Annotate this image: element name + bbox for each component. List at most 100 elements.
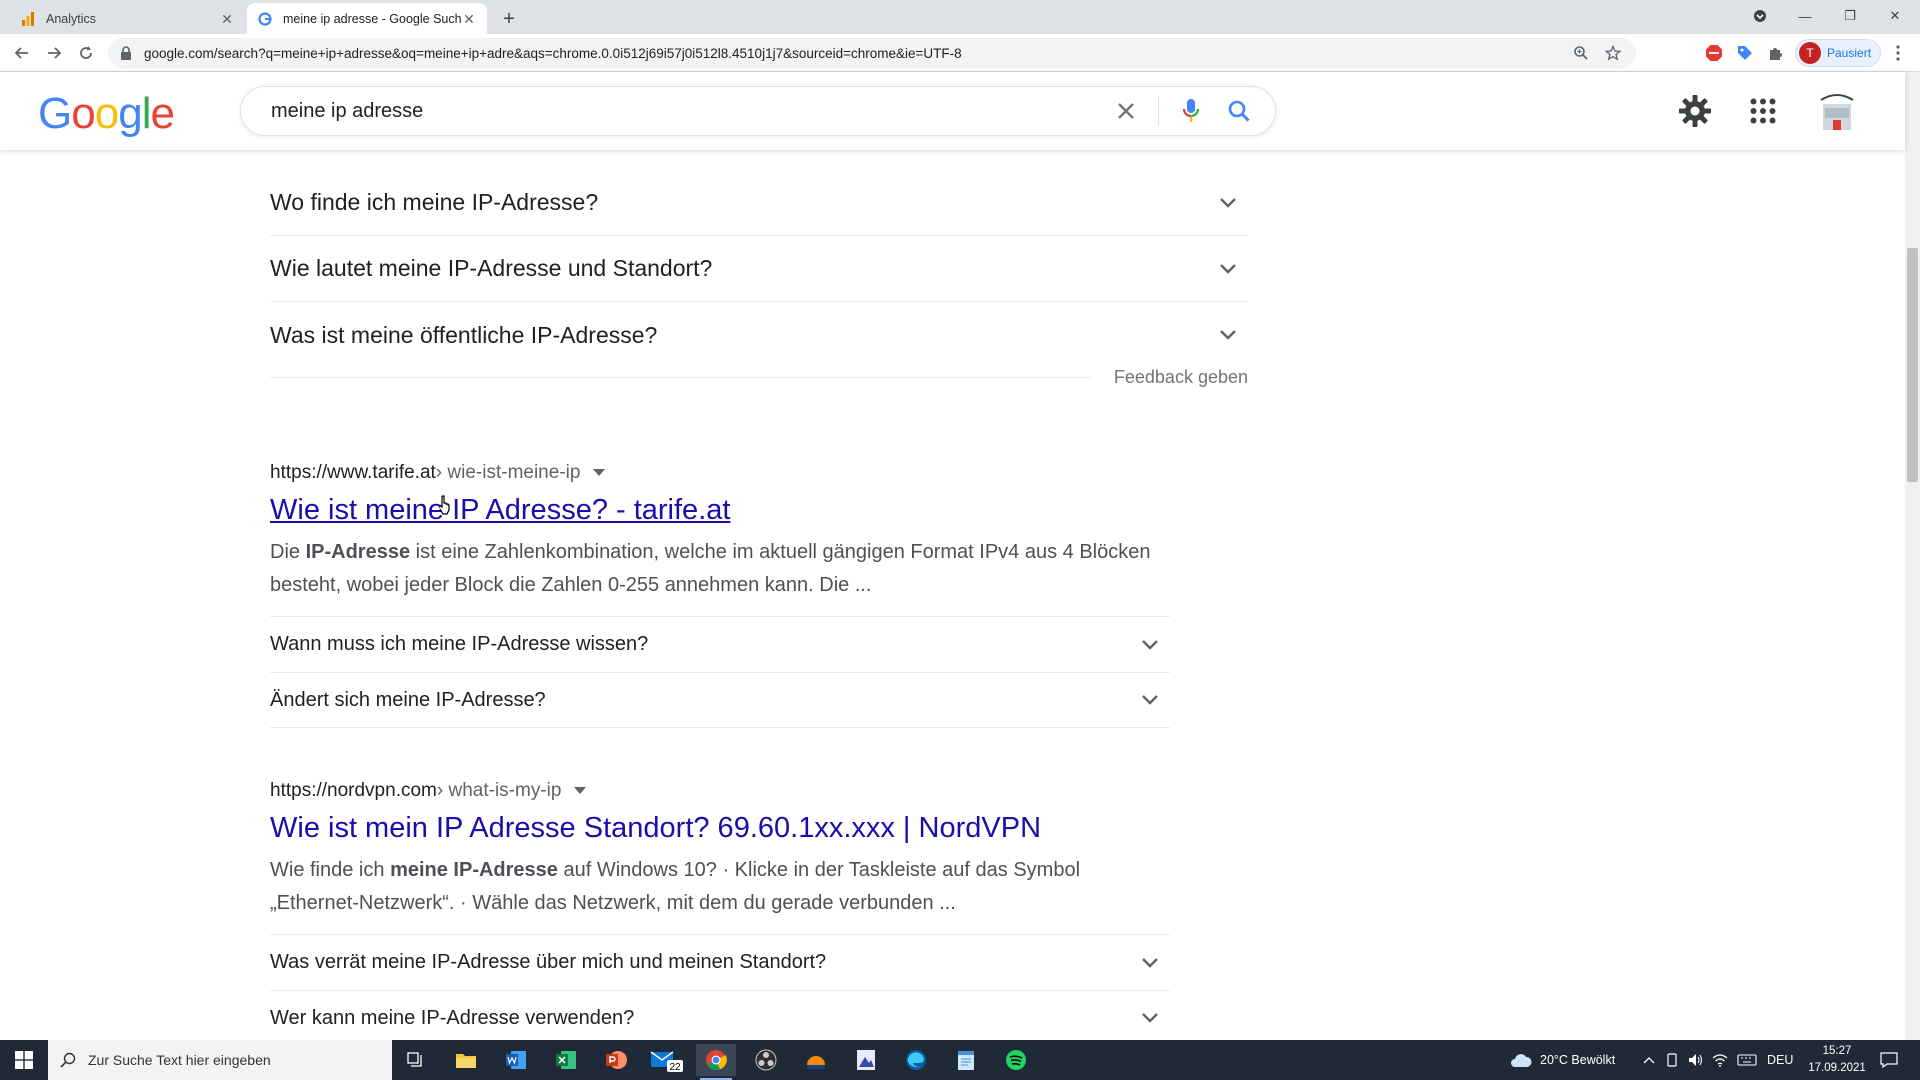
extensions-puzzle-icon[interactable] [1766,43,1786,63]
result-snippet: Wie finde ich meine IP-Adresse auf Windo… [270,854,1160,920]
paa-question-1[interactable]: Wo finde ich meine IP-Adresse? [270,170,1248,236]
notification-icon[interactable] [1880,1040,1898,1080]
browser-menu-icon[interactable] [1888,43,1908,63]
search-icon [60,1052,76,1068]
minimize-button[interactable]: — [1785,0,1825,32]
excel-icon[interactable] [546,1044,586,1076]
zoom-icon[interactable] [1570,42,1592,64]
account-avatar[interactable] [1812,88,1862,134]
system-clock[interactable]: 15:27 17.09.2021 [1802,1043,1872,1077]
tab-analytics[interactable]: Analytics ✕ [10,3,245,34]
file-explorer-icon[interactable] [446,1044,486,1076]
restore-button[interactable]: ❐ [1830,0,1870,32]
chevron-down-icon[interactable] [1138,1006,1162,1030]
device-icon[interactable] [1665,1040,1679,1080]
reload-button[interactable] [72,39,100,67]
adblock-extension-icon[interactable] [1704,43,1724,63]
chevron-down-icon[interactable] [1138,633,1162,657]
logo-letter: g [118,89,143,138]
caret-down-icon[interactable] [573,784,587,798]
mail-badge-count: 22 [669,1062,681,1072]
google-header: Google [0,72,1905,150]
tag-extension-icon[interactable] [1735,43,1755,63]
chevron-down-icon[interactable] [1216,323,1240,347]
clock-time: 15:27 [1822,1045,1852,1057]
taskbar-search-input[interactable]: Zur Suche Text hier eingeben [48,1040,392,1080]
spotify-icon[interactable] [996,1044,1036,1076]
windows-start-button[interactable] [0,1040,48,1080]
sub-question-text: Ändert sich meine IP-Adresse? [270,688,546,711]
sub-question-item[interactable]: Wann muss ich meine IP-Adresse wissen? [270,616,1170,672]
tab-google-search[interactable]: meine ip adresse - Google Suche ✕ [247,3,487,34]
sub-question-item[interactable]: Ändert sich meine IP-Adresse? [270,672,1170,728]
analytics-bars-icon [20,11,36,27]
sub-question-item[interactable]: Wer kann meine IP-Adresse verwenden? [270,990,1170,1040]
result-url[interactable]: https://www.tarife.at › wie-ist-meine-ip [270,462,1170,484]
paa-question-3[interactable]: Was ist meine öffentliche IP-Adresse? [270,302,1248,368]
apps-grid-icon[interactable] [1740,88,1786,134]
keyboard-icon[interactable] [1737,1040,1757,1080]
task-view-icon[interactable] [396,1044,436,1076]
language-indicator[interactable]: DEU [1767,1040,1793,1080]
chevron-down-icon[interactable] [1216,257,1240,281]
search-result-1: https://www.tarife.at › wie-ist-meine-ip… [270,462,1170,728]
result-title-link[interactable]: Wie ist meine IP Adresse? - tarife.at [270,492,1170,528]
search-icon[interactable] [1215,87,1263,135]
logo-letter: G [38,89,72,138]
page-scrollbar[interactable] [1905,72,1920,1040]
address-bar[interactable]: google.com/search?q=meine+ip+adresse&oq=… [108,38,1636,68]
tray-overflow-icon[interactable] [1643,1040,1655,1080]
profile-button[interactable]: T Pausiert [1795,39,1881,67]
notepad-icon[interactable] [946,1044,986,1076]
mail-icon[interactable]: 22 [646,1044,686,1076]
result-path: › what-is-my-ip [436,780,562,801]
tab-close-icon[interactable]: ✕ [461,11,477,27]
image-editor-icon[interactable] [846,1044,886,1076]
gear-icon[interactable] [1672,88,1718,134]
close-icon[interactable] [1102,87,1150,135]
chevron-down-icon[interactable] [1138,951,1162,975]
back-button[interactable] [8,39,36,67]
new-tab-button[interactable]: + [496,6,522,32]
tab-close-icon[interactable]: ✕ [219,11,235,27]
wifi-icon[interactable] [1712,1040,1728,1080]
feedback-link[interactable]: Feedback geben [1114,367,1248,388]
caret-down-icon[interactable] [592,466,606,480]
scrollbar-thumb[interactable] [1907,248,1918,482]
tab-search-icon[interactable] [1740,0,1780,32]
logo-letter: o [71,89,96,138]
weather-text: 20°C Bewölkt [1540,1053,1616,1067]
lock-icon[interactable] [120,46,134,60]
edge-icon[interactable] [896,1044,936,1076]
snippet-text: Wie finde ich [270,859,391,881]
result-title-link[interactable]: Wie ist mein IP Adresse Standort? 69.60.… [270,810,1170,846]
close-window-button[interactable]: ✕ [1875,0,1915,32]
snippet-text: Die [270,541,306,563]
browser-toolbar: google.com/search?q=meine+ip+adresse&oq=… [0,34,1920,72]
word-icon[interactable] [496,1044,536,1076]
search-input[interactable] [271,99,1102,123]
obs-icon[interactable] [746,1044,786,1076]
url-text[interactable]: google.com/search?q=meine+ip+adresse&oq=… [144,46,1560,61]
search-results: Wo finde ich meine IP-Adresse? Wie laute… [0,150,1905,1040]
bookmark-star-icon[interactable] [1602,42,1624,64]
paa-question-2[interactable]: Wie lautet meine IP-Adresse und Standort… [270,236,1248,302]
forward-button[interactable] [40,39,68,67]
powerpoint-icon[interactable] [596,1044,636,1076]
chrome-icon[interactable] [696,1044,736,1080]
result-url[interactable]: https://nordvpn.com › what-is-my-ip [270,780,1170,802]
chevron-down-icon[interactable] [1138,688,1162,712]
weather-widget[interactable]: 20°C Bewölkt [1510,1040,1615,1080]
sub-question-text: Wer kann meine IP-Adresse verwenden? [270,1006,635,1029]
microphone-icon[interactable] [1167,87,1215,135]
volume-icon[interactable] [1688,1040,1704,1080]
search-box[interactable] [240,86,1276,136]
result-site: https://nordvpn.com [270,780,437,801]
result-sub-questions: Was verrät meine IP-Adresse über mich un… [270,934,1170,1040]
sub-question-item[interactable]: Was verrät meine IP-Adresse über mich un… [270,934,1170,990]
google-logo[interactable]: Google [38,89,175,139]
result-snippet: Die IP-Adresse ist eine Zahlenkombinatio… [270,536,1160,602]
media-app-icon[interactable] [796,1044,836,1076]
browser-tab-strip: Analytics ✕ meine ip adresse - Google Su… [0,0,1920,34]
chevron-down-icon[interactable] [1216,191,1240,215]
